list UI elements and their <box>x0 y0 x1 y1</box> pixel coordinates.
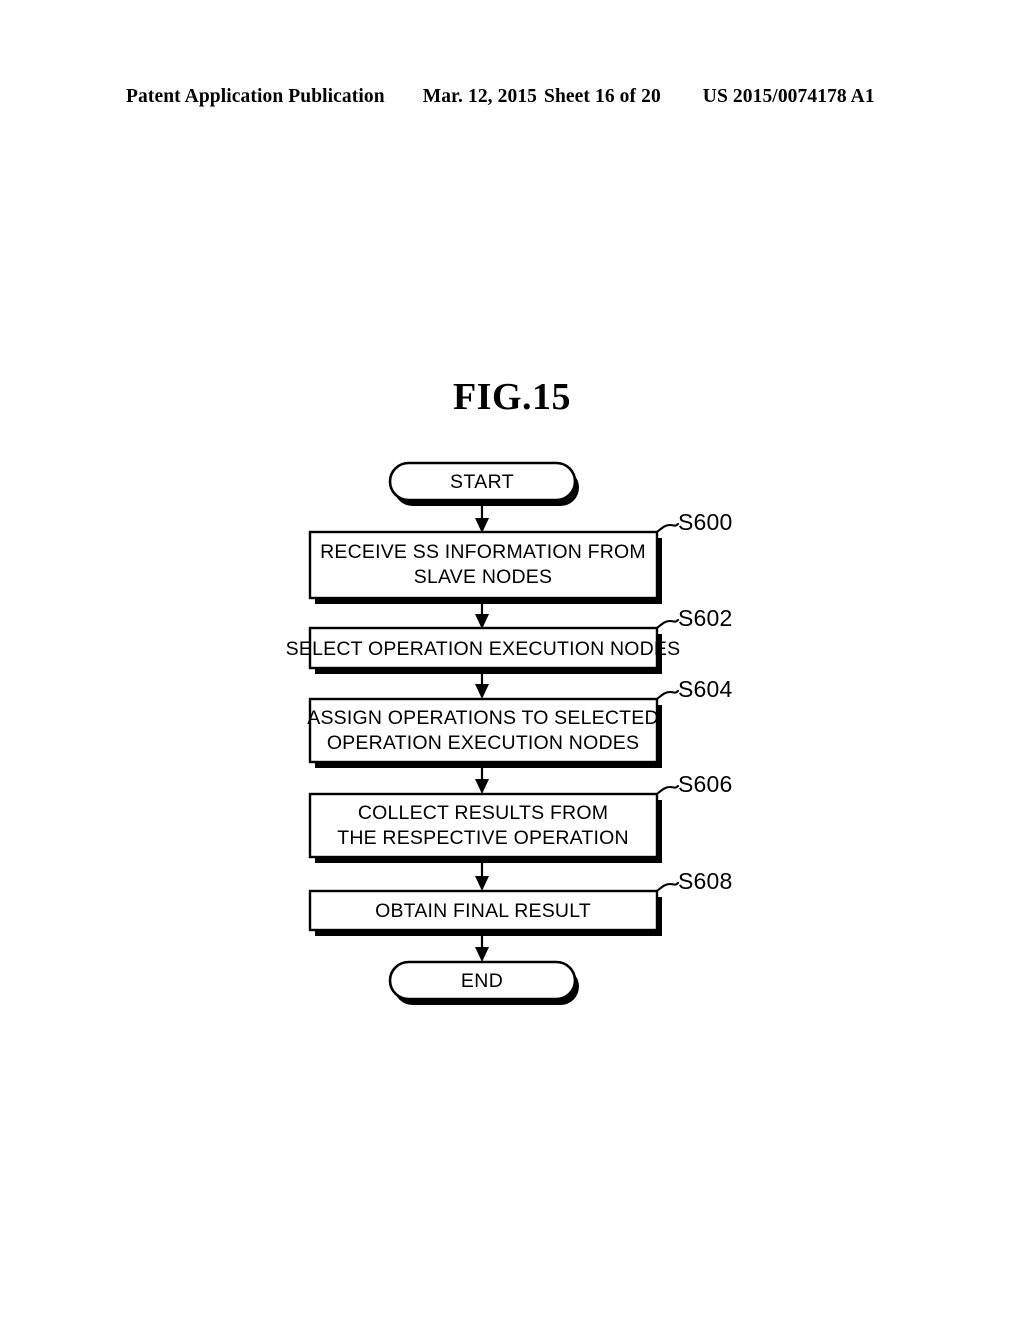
flow-node-s606-line2: THE RESPECTIVE OPERATION <box>337 827 629 849</box>
flow-node-s606-line1: COLLECT RESULTS FROM <box>358 802 608 824</box>
connector-s604-to-s606 <box>475 768 489 794</box>
connector-s608-to-end <box>475 936 489 962</box>
flow-node-s608: OBTAIN FINAL RESULT S608 <box>308 868 733 936</box>
flow-node-start-label: START <box>450 471 514 493</box>
flow-node-s608-line1: OBTAIN FINAL RESULT <box>375 900 591 922</box>
flow-node-s602-line1: SELECT OPERATION EXECUTION NODES <box>286 638 681 660</box>
connector-s606-to-s608 <box>475 863 489 891</box>
step-ref-s600: S600 <box>678 509 733 535</box>
flow-node-s600-line2: SLAVE NODES <box>414 566 552 588</box>
flow-node-s604-line1: ASSIGN OPERATIONS TO SELECTED <box>307 707 658 729</box>
flow-node-s606: COLLECT RESULTS FROM THE RESPECTIVE OPER… <box>308 771 733 863</box>
flow-node-s600-line1: RECEIVE SS INFORMATION FROM <box>320 541 646 563</box>
flow-node-end-label: END <box>461 970 503 992</box>
step-ref-s602: S602 <box>678 605 733 631</box>
flow-node-end: END <box>388 960 579 1005</box>
flow-node-s604-line2: OPERATION EXECUTION NODES <box>327 732 639 754</box>
step-ref-s608: S608 <box>678 868 733 894</box>
connector-s600-to-s602 <box>475 604 489 629</box>
leader-line-s602 <box>655 618 680 630</box>
leader-line-s604 <box>655 689 680 701</box>
connector-s602-to-s604 <box>475 674 489 699</box>
leader-line-s608 <box>655 881 680 893</box>
step-ref-s606: S606 <box>678 771 733 797</box>
step-ref-s604: S604 <box>678 676 733 702</box>
flow-node-start: START <box>388 461 579 506</box>
flow-node-s604: ASSIGN OPERATIONS TO SELECTED OPERATION … <box>307 676 732 768</box>
flow-node-s602: SELECT OPERATION EXECUTION NODES S602 <box>286 605 733 674</box>
flowchart-diagram: START RECEIVE SS INFORMATION FROM SLAVE … <box>286 461 733 1005</box>
flow-node-s600: RECEIVE SS INFORMATION FROM SLAVE NODES … <box>308 509 733 604</box>
leader-line-s606 <box>655 784 680 796</box>
leader-line-s600 <box>655 522 680 534</box>
